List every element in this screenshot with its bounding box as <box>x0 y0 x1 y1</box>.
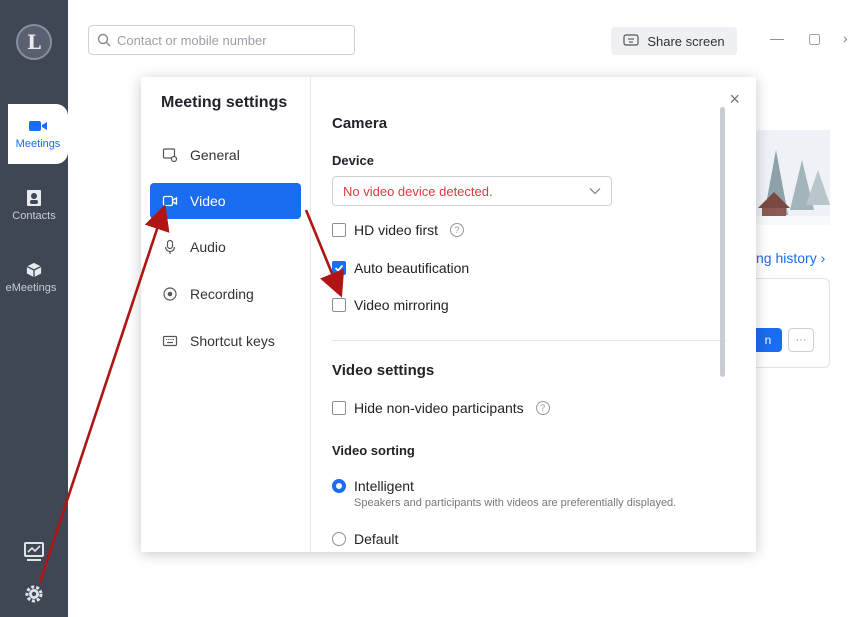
settings-sidebar: Meeting settings General Video Audio Rec… <box>141 77 311 552</box>
nav-recording[interactable]: Recording <box>150 276 301 312</box>
rail-item-meetings[interactable]: Meetings <box>8 104 68 164</box>
join-button[interactable]: n <box>754 328 782 352</box>
meeting-card <box>754 278 830 368</box>
user-avatar[interactable]: L <box>16 24 52 60</box>
share-screen-icon <box>623 34 639 46</box>
auto-beautification-checkbox[interactable] <box>332 261 346 275</box>
camera-heading: Camera <box>332 115 388 132</box>
winter-scene-image <box>754 130 830 225</box>
video-camera-icon <box>29 121 47 131</box>
option-label: Hide non-video participants <box>354 400 524 416</box>
option-label: Intelligent <box>354 478 414 494</box>
nav-video[interactable]: Video <box>150 183 301 219</box>
hide-non-video-checkbox[interactable] <box>332 401 346 415</box>
monitor-chart-icon[interactable] <box>23 541 45 563</box>
option-label: Video mirroring <box>354 297 449 313</box>
nav-general[interactable]: General <box>150 137 301 173</box>
app-window: L Meetings Contacts eMeetings Contact or… <box>0 0 852 617</box>
rail-item-contacts[interactable]: Contacts <box>0 176 68 236</box>
meeting-settings-dialog: Meeting settings General Video Audio Rec… <box>141 77 756 552</box>
nav-label: Shortcut keys <box>190 333 275 349</box>
scrollbar[interactable] <box>720 107 725 377</box>
device-select[interactable]: No video device detected. <box>332 176 612 206</box>
keyboard-icon <box>162 335 178 347</box>
left-rail: L Meetings Contacts eMeetings <box>0 0 68 617</box>
general-icon <box>162 148 178 163</box>
device-label: Device <box>332 153 374 168</box>
nav-label: Recording <box>190 286 254 302</box>
nav-label: Audio <box>190 239 226 255</box>
search-input[interactable] <box>117 32 337 48</box>
section-divider <box>332 340 727 341</box>
auto-beautification-option[interactable]: Auto beautification <box>332 260 469 276</box>
hd-video-first-checkbox[interactable] <box>332 223 346 237</box>
search-icon <box>97 33 111 47</box>
contact-search[interactable] <box>88 25 355 55</box>
share-screen-button[interactable]: Share screen <box>611 27 737 55</box>
avatar-letter: L <box>26 30 42 54</box>
sorting-intelligent-option[interactable]: Intelligent <box>332 478 414 494</box>
rail-item-label: eMeetings <box>5 282 57 294</box>
hide-non-video-option[interactable]: Hide non-video participants ? <box>332 400 550 416</box>
video-mirroring-option[interactable]: Video mirroring <box>332 297 449 313</box>
nav-shortcut-keys[interactable]: Shortcut keys <box>150 323 301 359</box>
nav-label: General <box>190 147 240 163</box>
record-icon <box>163 287 177 301</box>
video-settings-panel: × Camera Device No video device detected… <box>311 77 756 552</box>
option-label: Auto beautification <box>354 260 470 276</box>
sorting-default-option[interactable]: Default <box>332 531 398 547</box>
rail-item-emeetings[interactable]: eMeetings <box>0 248 68 308</box>
device-select-value: No video device detected. <box>343 183 493 199</box>
cube-icon <box>26 262 42 278</box>
minimize-button[interactable]: — <box>770 30 784 46</box>
more-options-button[interactable]: ··· <box>788 328 814 352</box>
dialog-title: Meeting settings <box>161 94 288 111</box>
more-arrow-button[interactable]: › <box>843 30 848 46</box>
nav-label: Video <box>190 193 226 209</box>
nav-audio[interactable]: Audio <box>150 229 301 265</box>
share-screen-label: Share screen <box>647 33 725 49</box>
hd-video-first-option[interactable]: HD video first ? <box>332 222 465 238</box>
contact-card-icon <box>27 190 41 206</box>
video-mirroring-checkbox[interactable] <box>332 298 346 312</box>
intelligent-description: Speakers and participants with videos ar… <box>354 497 677 509</box>
microphone-icon <box>164 239 176 254</box>
option-label: Default <box>354 531 399 547</box>
video-sorting-label: Video sorting <box>332 443 415 458</box>
default-radio[interactable] <box>332 532 346 546</box>
checkmark-icon <box>334 264 344 272</box>
meeting-history-link[interactable]: ng history › <box>756 250 825 266</box>
option-label: HD video first <box>354 222 439 238</box>
intelligent-radio[interactable] <box>332 479 346 493</box>
rail-item-label: Meetings <box>15 138 61 150</box>
help-icon[interactable]: ? <box>535 401 550 415</box>
meeting-banner-illustration <box>754 130 830 225</box>
gear-icon[interactable] <box>23 583 45 605</box>
chevron-down-icon <box>589 188 601 195</box>
help-icon[interactable]: ? <box>450 223 465 237</box>
video-icon <box>162 195 178 207</box>
rail-item-label: Contacts <box>12 210 56 222</box>
video-settings-heading: Video settings <box>332 362 435 379</box>
close-button[interactable]: × <box>729 89 740 110</box>
maximize-button[interactable]: ▢ <box>808 30 821 47</box>
